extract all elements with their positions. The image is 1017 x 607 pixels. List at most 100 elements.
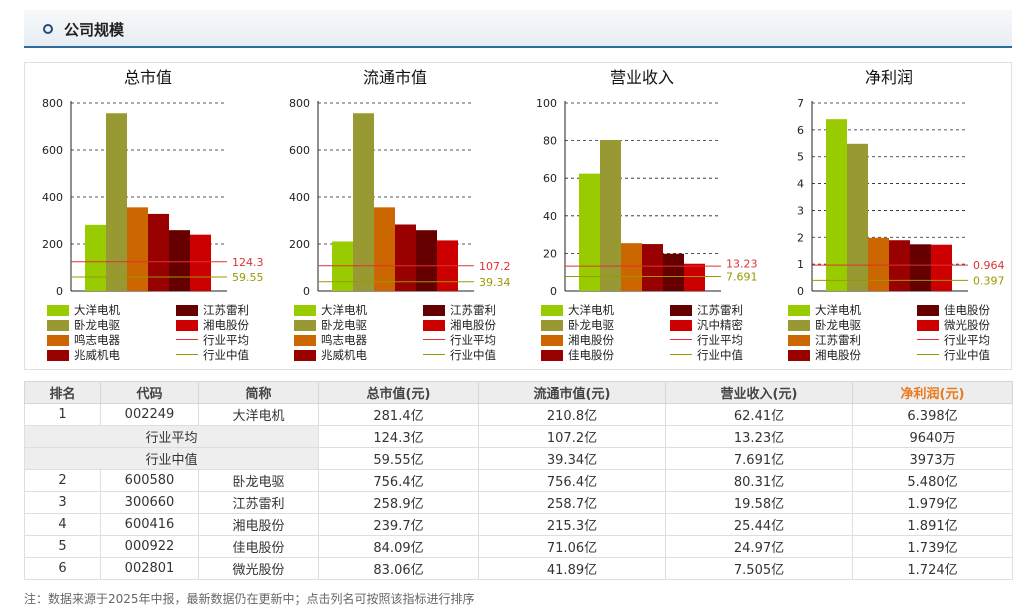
- float-cap-cell: 71.06亿: [478, 535, 666, 558]
- average-value-label: 0.964: [973, 259, 1005, 272]
- legend-label: 卧龙电驱: [74, 318, 120, 332]
- y-tick-label: 100: [536, 97, 557, 110]
- table-header-row: 排名 代码 简称 总市值(元) 流通市值(元) 营业收入(元) 净利润(元): [24, 381, 1013, 404]
- legend-line-swatch: [176, 354, 198, 355]
- y-tick-label: 200: [42, 238, 63, 251]
- legend-label: 佳电股份: [568, 348, 614, 362]
- float-cap-cell: 756.4亿: [478, 469, 666, 492]
- legend-color-swatch: [47, 305, 69, 316]
- y-tick-label: 6: [797, 124, 804, 137]
- legend-label: 行业中值: [944, 348, 990, 362]
- legend-label: 行业中值: [450, 348, 496, 362]
- column-header-net-profit[interactable]: 净利润(元): [852, 381, 1013, 404]
- legend-color-swatch: [294, 305, 316, 316]
- legend-line-swatch: [917, 339, 939, 340]
- legend-color-swatch: [423, 320, 445, 331]
- float-cap-cell: 215.3亿: [478, 513, 666, 536]
- bar: [642, 244, 663, 291]
- legend-label: 行业平均: [450, 333, 496, 347]
- revenue-cell: 80.31亿: [665, 469, 853, 492]
- bar: [684, 263, 705, 291]
- code-cell: 300660: [100, 491, 199, 514]
- column-header-float-cap[interactable]: 流通市值(元): [478, 381, 666, 404]
- name-cell: 江苏雷利: [198, 491, 319, 514]
- rank-cell: 2: [24, 469, 101, 492]
- y-tick-label: 0: [56, 285, 63, 298]
- stat-label-cell: 行业平均: [24, 425, 319, 448]
- revenue-cell: 19.58亿: [665, 491, 853, 514]
- legend-color-swatch: [788, 335, 810, 346]
- code-cell: 600416: [100, 513, 199, 536]
- y-tick-label: 80: [543, 135, 557, 148]
- market-cap-cell: 124.3亿: [318, 425, 479, 448]
- column-header-market-cap[interactable]: 总市值(元): [318, 381, 479, 404]
- circle-bullet-icon: [43, 24, 53, 34]
- table-row: 2 600580 卧龙电驱 756.4亿 756.4亿 80.31亿 5.480亿: [24, 469, 1013, 492]
- legend-line-swatch: [670, 354, 692, 355]
- y-tick-label: 60: [543, 172, 557, 185]
- chart-title: 营业收入: [610, 68, 674, 87]
- bar: [600, 140, 621, 291]
- legend-line-swatch: [670, 339, 692, 340]
- median-value-label: 59.55: [232, 271, 264, 284]
- market-cap-cell: 239.7亿: [318, 513, 479, 536]
- chart-revenue: 营业收入 100 80 60 40 20 0 13.23 7.691 大洋电机 江苏雷利 卧龙电驱 汎…: [519, 63, 766, 369]
- chart-legend: 大洋电机 江苏雷利 卧龙电驱 湘电股份 鸣志电器 行业平均 兆威机电 行业中值: [294, 303, 522, 367]
- average-value-label: 124.3: [232, 256, 264, 269]
- bar: [169, 230, 190, 291]
- bar: [395, 224, 416, 291]
- bar: [910, 244, 931, 291]
- y-tick-label: 400: [42, 191, 63, 204]
- float-cap-cell: 107.2亿: [478, 425, 666, 448]
- name-cell: 卧龙电驱: [198, 469, 319, 492]
- legend-color-swatch: [541, 350, 563, 361]
- bar: [106, 113, 127, 291]
- revenue-cell: 7.691亿: [665, 447, 853, 470]
- rank-cell: 3: [24, 491, 101, 514]
- revenue-cell: 7.505亿: [665, 557, 853, 580]
- name-cell: 大洋电机: [198, 403, 319, 426]
- chart-title: 总市值: [124, 68, 172, 87]
- bar: [85, 224, 106, 291]
- legend-color-swatch: [788, 305, 810, 316]
- y-tick-label: 4: [797, 178, 804, 191]
- code-cell: 002801: [100, 557, 199, 580]
- rank-cell: 4: [24, 513, 101, 536]
- legend-label: 大洋电机: [321, 303, 367, 317]
- legend-label: 卧龙电驱: [321, 318, 367, 332]
- bar: [190, 234, 211, 291]
- bar: [374, 207, 395, 291]
- y-tick-label: 0: [797, 285, 804, 298]
- legend-line-swatch: [176, 339, 198, 340]
- rank-cell: 5: [24, 535, 101, 558]
- legend-label: 兆威机电: [321, 348, 367, 362]
- revenue-cell: 62.41亿: [665, 403, 853, 426]
- legend-color-swatch: [176, 320, 198, 331]
- legend-color-swatch: [47, 320, 69, 331]
- name-cell: 佳电股份: [198, 535, 319, 558]
- legend-label: 微光股份: [944, 318, 990, 332]
- column-header-revenue[interactable]: 营业收入(元): [665, 381, 853, 404]
- y-tick-label: 1: [797, 258, 804, 271]
- legend-label: 行业平均: [203, 333, 249, 347]
- net-profit-cell: 1.739亿: [852, 535, 1013, 558]
- legend-label: 湘电股份: [203, 318, 249, 332]
- table-row: 5 000922 佳电股份 84.09亿 71.06亿 24.97亿 1.739亿: [24, 535, 1013, 558]
- y-tick-label: 20: [543, 247, 557, 260]
- y-tick-label: 0: [550, 285, 557, 298]
- legend-color-swatch: [917, 320, 939, 331]
- y-tick-label: 600: [42, 144, 63, 157]
- revenue-cell: 24.97亿: [665, 535, 853, 558]
- legend-line-swatch: [917, 354, 939, 355]
- legend-color-swatch: [541, 335, 563, 346]
- table-stat-row: 行业中值 59.55亿 39.34亿 7.691亿 3973万: [24, 447, 1013, 470]
- median-value-label: 7.691: [726, 271, 758, 284]
- median-value-label: 0.397: [973, 274, 1005, 287]
- legend-label: 湘电股份: [450, 318, 496, 332]
- legend-color-swatch: [47, 335, 69, 346]
- legend-color-swatch: [294, 320, 316, 331]
- legend-color-swatch: [670, 320, 692, 331]
- market-cap-cell: 281.4亿: [318, 403, 479, 426]
- y-tick-label: 5: [797, 151, 804, 164]
- float-cap-cell: 210.8亿: [478, 403, 666, 426]
